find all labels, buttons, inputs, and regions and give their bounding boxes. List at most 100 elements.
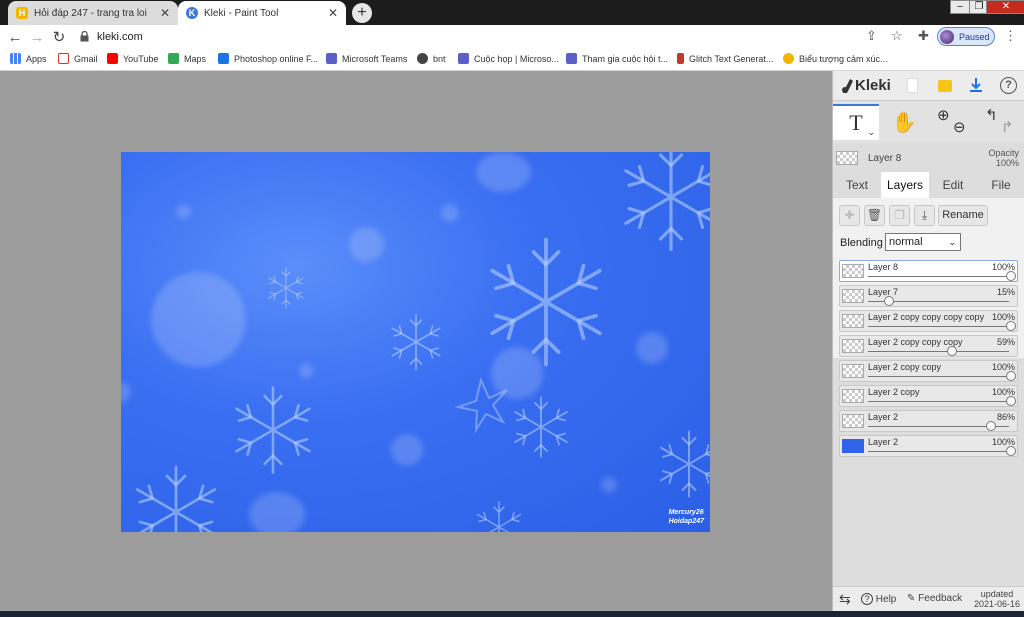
delete-layer-trash-icon[interactable]: 🗑 — [864, 205, 885, 226]
layer-thumbnail — [842, 289, 864, 303]
opacity-slider-handle[interactable] — [947, 346, 958, 356]
browser-tab-hoidap[interactable]: H Hỏi đáp 247 - trang tra loi ✕ — [8, 1, 178, 25]
photopea-icon — [218, 53, 229, 64]
tab-file[interactable]: File — [977, 172, 1024, 198]
zoom-out-icon[interactable]: ⊖ — [953, 118, 966, 136]
bookmark-teams[interactable]: Microsoft Teams — [326, 53, 407, 64]
help-label: Help — [875, 594, 897, 605]
layer-opacity: 59% — [996, 337, 1015, 347]
address-bar[interactable]: kleki.com — [80, 27, 860, 46]
swap-arrows-icon[interactable]: ⇆ — [839, 591, 851, 608]
bookmark-gmail[interactable]: Gmail — [58, 53, 98, 64]
blending-mode-select[interactable]: normal ⌄ — [885, 233, 961, 251]
opacity-slider-handle[interactable] — [985, 421, 996, 431]
undo-icon[interactable]: ↰ — [985, 106, 998, 124]
zoom-in-icon[interactable]: ⊕ — [937, 106, 950, 124]
opacity-readout: Opacity 100% — [988, 148, 1019, 168]
back-arrow-icon[interactable]: ← — [4, 29, 26, 46]
opacity-slider-track[interactable] — [868, 376, 1009, 377]
layer-row[interactable]: Layer 8 100% — [839, 260, 1018, 282]
help-button[interactable]: ? Help — [861, 593, 896, 605]
bookmark-star-icon[interactable]: ☆ — [891, 28, 903, 44]
undo-redo-buttons[interactable]: ↰ ↱ — [979, 104, 1024, 140]
forward-arrow-icon[interactable]: → — [26, 29, 48, 46]
layer-row[interactable]: Layer 2 copy copy copy 59% — [839, 335, 1018, 357]
zoom-buttons[interactable]: ⊕ ⊖ — [931, 104, 977, 140]
window-close-button[interactable]: ✕ — [986, 0, 1024, 14]
share-icon[interactable]: ⇪ — [866, 28, 877, 44]
layer-row[interactable]: Layer 2 100% — [839, 435, 1018, 457]
opacity-slider-handle[interactable] — [1006, 321, 1016, 331]
layer-name: Layer 2 — [868, 412, 899, 422]
bookmark-emoji[interactable]: Biểu tượng cảm xúc... — [783, 53, 887, 64]
layer-opacity: 86% — [996, 412, 1015, 422]
bookmark-glitch[interactable]: Glitch Text Generat... — [677, 53, 773, 64]
globe-icon — [417, 53, 428, 64]
bookmarks-bar: Apps Gmail YouTube Maps Photoshop online… — [0, 49, 1024, 71]
text-tool-button[interactable]: T ⌄ — [833, 104, 879, 140]
layer-row[interactable]: Layer 2 86% — [839, 410, 1018, 432]
bookmark-photoshop[interactable]: Photoshop online F... — [218, 53, 318, 64]
kleki-side-panel: Kleki ? T ⌄ ✋ ⊕ ⊖ ↰ ↱ Layer 8 Opacity 10… — [832, 71, 1024, 611]
opacity-slider-handle[interactable] — [1006, 371, 1016, 381]
download-icon[interactable] — [969, 77, 983, 93]
opacity-slider-handle[interactable] — [1006, 396, 1016, 406]
opacity-slider-handle[interactable] — [1006, 446, 1016, 456]
profile-button[interactable]: Paused — [937, 27, 995, 46]
watermark-line: Mercury26 — [668, 509, 704, 516]
teams-icon — [458, 53, 469, 64]
opacity-slider-track[interactable] — [868, 351, 1009, 352]
bookmark-tham-gia[interactable]: Tham gia cuộc hội t... — [566, 53, 668, 64]
opacity-slider-handle[interactable] — [884, 296, 895, 306]
open-folder-icon[interactable] — [938, 80, 952, 92]
tab-layers[interactable]: Layers — [881, 172, 929, 198]
tab-text[interactable]: Text — [833, 172, 881, 198]
layer-row[interactable]: Layer 7 15% — [839, 285, 1018, 307]
duplicate-layer-icon[interactable]: ❐ — [889, 205, 910, 226]
apps-grid-icon — [10, 53, 21, 64]
layer-name: Layer 2 copy copy — [868, 362, 942, 372]
feedback-button[interactable]: ✎ Feedback — [907, 593, 962, 604]
minimize-button[interactable]: – — [950, 0, 970, 14]
avatar — [940, 29, 954, 44]
layer-thumbnail — [842, 264, 864, 278]
bookmark-cuoc-hop[interactable]: Cuộc họp | Microso... — [458, 53, 559, 64]
bookmark-apps[interactable]: Apps — [10, 53, 47, 64]
opacity-slider-track[interactable] — [868, 401, 1009, 402]
gmail-icon — [58, 53, 69, 64]
menu-kebab-icon[interactable]: ⋮ — [1004, 28, 1017, 44]
hand-tool-button[interactable]: ✋ — [881, 104, 927, 140]
layer-row[interactable]: Layer 2 copy copy 100% — [839, 360, 1018, 382]
chevron-down-icon[interactable]: ⌄ — [867, 127, 875, 138]
rename-layer-button[interactable]: Rename — [938, 205, 988, 226]
layer-row[interactable]: Layer 2 copy copy copy copy 100% — [839, 310, 1018, 332]
tab-edit[interactable]: Edit — [929, 172, 977, 198]
layer-row[interactable]: Layer 2 copy 100% — [839, 385, 1018, 407]
add-layer-button[interactable]: ✚ — [839, 205, 860, 226]
drawing-canvas[interactable]: Mercury26 Hoidap247 — [121, 152, 710, 532]
new-tab-button[interactable]: + — [352, 3, 372, 23]
reload-icon[interactable]: ↻ — [48, 28, 70, 46]
browser-tab-kleki[interactable]: K Kleki - Paint Tool ✕ — [178, 1, 346, 25]
opacity-slider-track[interactable] — [868, 326, 1009, 327]
close-tab-icon[interactable]: ✕ — [160, 6, 170, 20]
close-tab-icon[interactable]: ✕ — [328, 6, 338, 20]
opacity-slider-track[interactable] — [868, 451, 1009, 452]
artwork-watermark: Mercury26 Hoidap247 — [669, 508, 704, 526]
help-question-icon[interactable]: ? — [1000, 77, 1017, 94]
layer-thumbnail — [842, 414, 864, 428]
new-image-icon[interactable] — [907, 78, 918, 93]
bookmark-youtube[interactable]: YouTube — [107, 53, 158, 64]
merge-down-icon[interactable]: ⤓ — [914, 205, 935, 226]
redo-icon[interactable]: ↱ — [1001, 118, 1014, 136]
opacity-slider-track[interactable] — [868, 276, 1009, 277]
current-layer-name: Layer 8 — [868, 153, 902, 164]
layer-name: Layer 8 — [868, 262, 899, 272]
panel-header: Kleki ? — [833, 71, 1024, 101]
bookmark-bnt[interactable]: bnt — [417, 53, 446, 64]
snowflake-pattern — [135, 152, 710, 532]
extensions-icon[interactable]: ✚ — [918, 28, 929, 44]
bookmark-maps[interactable]: Maps — [168, 53, 206, 64]
opacity-slider-handle[interactable] — [1006, 271, 1016, 281]
layer-thumbnail — [842, 339, 864, 353]
